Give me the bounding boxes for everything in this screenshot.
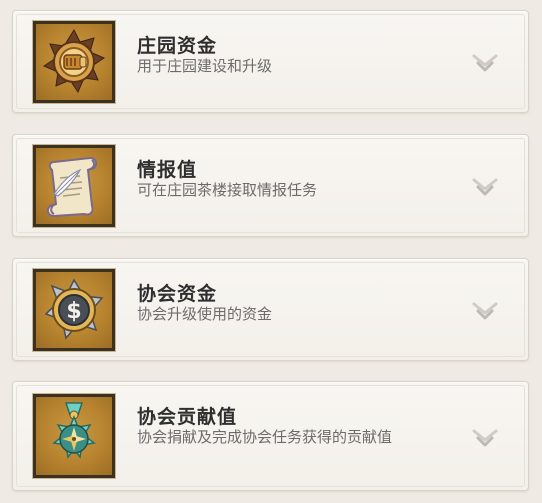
- chevron-down-icon[interactable]: [472, 301, 498, 321]
- currency-title: 庄园资金: [137, 35, 218, 57]
- manor-fund-medallion-icon: [42, 28, 106, 94]
- currency-description: 可在庄园茶楼接取情报任务: [137, 181, 318, 199]
- currency-card-manor-fund[interactable]: 庄园资金 用于庄园建设和升级: [12, 10, 529, 113]
- association-contribution-icon-frame: [33, 394, 115, 478]
- currency-info-list: 庄园资金 用于庄园建设和升级 情报值 可在庄园茶楼接取情报任务 $ 协会资金 协…: [0, 0, 542, 503]
- dollar-coin-icon: $: [44, 278, 104, 340]
- currency-description: 用于庄园建设和升级: [137, 57, 273, 75]
- scroll-quill-icon: [46, 156, 98, 218]
- currency-description: 协会升级使用的资金: [137, 305, 273, 323]
- currency-card-association-contribution[interactable]: 协会贡献值 协会捐献及完成协会任务获得的贡献值: [12, 381, 529, 491]
- manor-fund-icon-frame: [33, 21, 115, 103]
- currency-title: 情报值: [137, 159, 198, 181]
- intel-icon-frame: [33, 145, 115, 227]
- chevron-down-icon[interactable]: [472, 177, 498, 197]
- currency-title: 协会资金: [137, 283, 218, 305]
- association-fund-icon-frame: $: [33, 269, 115, 351]
- currency-title: 协会贡献值: [137, 406, 238, 428]
- svg-text:$: $: [66, 299, 81, 324]
- currency-card-intel[interactable]: 情报值 可在庄园茶楼接取情报任务: [12, 134, 529, 237]
- compass-medal-icon: [52, 402, 96, 459]
- chevron-down-icon[interactable]: [472, 428, 498, 448]
- currency-description: 协会捐献及完成协会任务获得的贡献值: [137, 428, 393, 446]
- currency-card-association-fund[interactable]: $ 协会资金 协会升级使用的资金: [12, 258, 529, 361]
- chevron-down-icon[interactable]: [472, 53, 498, 73]
